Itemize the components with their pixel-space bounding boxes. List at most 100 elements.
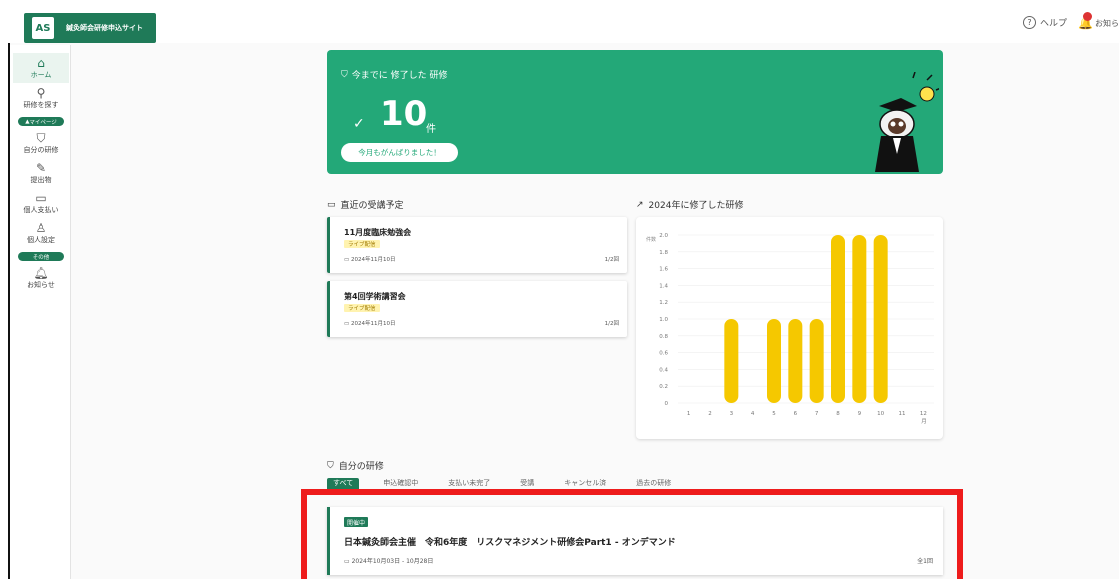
chart-bar xyxy=(788,319,803,403)
chart-bar xyxy=(724,319,739,403)
completed-chart-card: 件数 2.0 1.8 1.6 1.4 1.2 1.0 0.8 0.6 0.4 0.2 0 1 2 3 4 5 6 7… xyxy=(636,217,943,439)
y-tick-label: 1.8 xyxy=(659,250,668,256)
y-tick-label: 1.2 xyxy=(659,300,668,306)
banner-title: ⛉ 今までに 修了した 研修 xyxy=(341,68,448,82)
completed-banner: ⛉ 今までに 修了した 研修 ✓ 10 件 今月もがんばりました！ xyxy=(327,50,943,174)
completed-count: 10 xyxy=(380,94,428,134)
x-tick-label: 4 xyxy=(751,411,755,417)
sidebar-item-settings[interactable]: ♙ 個人設定 xyxy=(13,218,69,248)
check-icon: ✓ xyxy=(353,116,365,132)
completed-bar-chart: 件数2.01.81.61.41.21.00.80.60.40.201 2 3 4 5 6 7… xyxy=(646,233,934,425)
course-date: ▭ 2024年11月10日 xyxy=(344,257,396,263)
x-tick-label: 7 xyxy=(815,411,819,417)
y-tick-label: 2.0 xyxy=(659,233,668,239)
x-tick-label: 1 xyxy=(687,411,691,417)
sidebar: ⌂ ホーム ⚲ 研修を探す ▲ マイページ ⛉ 自分の研修 ✎ 提出物 ▭ 個人… xyxy=(10,45,71,579)
x-tick-label: 12 xyxy=(920,411,927,417)
y-tick-label: 0.6 xyxy=(659,351,668,357)
home-icon: ⌂ xyxy=(37,56,45,70)
help-label: ヘルプ xyxy=(1040,19,1068,29)
delivery-tag: ライブ配信 xyxy=(344,304,380,312)
mascot-illustration xyxy=(875,72,939,172)
y-tick-label: 0.2 xyxy=(659,384,668,390)
sidebar-item-home[interactable]: ⌂ ホーム xyxy=(13,53,69,83)
user-icon: ♙ xyxy=(35,221,47,235)
y-tick-label: 0.8 xyxy=(659,334,668,340)
sidebar-item-label: 個人設定 xyxy=(27,236,55,244)
chart-bar xyxy=(852,235,867,403)
search-icon: ⚲ xyxy=(36,86,46,100)
bookmark-icon: ⛉ xyxy=(327,460,334,471)
site-logo[interactable]: AS 鍼灸師会研修申込サイト xyxy=(24,13,156,43)
sidebar-item-submissions[interactable]: ✎ 提出物 xyxy=(13,158,69,188)
sidebar-item-search[interactable]: ⚲ 研修を探す xyxy=(13,83,69,113)
sidebar-item-notices[interactable]: 🔔︎ お知らせ xyxy=(13,263,69,293)
sidebar-item-label: 研修を探す xyxy=(23,101,59,109)
banner-title-text: 今までに 修了した 研修 xyxy=(351,71,448,81)
bell-icon: 🔔 xyxy=(1078,12,1093,30)
chart-bar xyxy=(809,319,824,403)
upcoming-title-text: 直近の受講予定 xyxy=(340,201,404,211)
upcoming-card[interactable]: 11月度臨床勉強会 ライブ配信 ▭ 2024年11月10日 1/2回 xyxy=(327,217,627,273)
y-tick-label: 0.4 xyxy=(659,367,668,373)
y-tick-label: 1.4 xyxy=(659,283,668,289)
site-title: 鍼灸師会研修申込サイト xyxy=(66,24,143,32)
calendar-icon: ▭ xyxy=(327,199,336,210)
completed-unit: 件 xyxy=(426,124,436,135)
chart-bar xyxy=(767,319,781,403)
x-tick-label: 2 xyxy=(708,411,712,417)
y-tick-label: 1.0 xyxy=(659,317,668,323)
top-header xyxy=(8,9,1119,43)
sidebar-item-label: ホーム xyxy=(30,71,52,79)
x-tick-label: 3 xyxy=(730,411,734,417)
x-tick-label: 9 xyxy=(858,411,862,417)
edit-icon: ✎ xyxy=(35,161,47,175)
logo-mark: AS xyxy=(32,17,54,39)
chart-title-text: 2024年に修了した研修 xyxy=(648,201,744,211)
section-text: その他 xyxy=(32,254,50,261)
highlight-box xyxy=(301,489,963,579)
y-tick-label: 0 xyxy=(665,401,669,407)
notice-label: お知らせ xyxy=(1094,18,1119,28)
session-count: 1/2回 xyxy=(604,321,619,327)
y-axis-label: 件数 xyxy=(646,236,656,243)
card-icon: ▭ xyxy=(35,191,47,205)
sidebar-item-my-courses[interactable]: ⛉ 自分の研修 xyxy=(13,128,69,158)
help-link[interactable]: ? ヘルプ xyxy=(1023,16,1067,29)
help-icon: ? xyxy=(1023,16,1036,29)
sidebar-item-label: お知らせ xyxy=(27,281,55,289)
sidebar-item-label: 自分の研修 xyxy=(23,146,59,154)
delivery-tag: ライブ配信 xyxy=(344,240,380,248)
course-title: 11月度臨床勉強会 xyxy=(344,228,412,237)
my-courses-title-text: 自分の研修 xyxy=(338,462,384,472)
section-label-other: その他 xyxy=(18,252,64,261)
my-courses-section-title: ⛉ 自分の研修 xyxy=(327,459,384,473)
encourage-button[interactable]: 今月もがんばりました！ xyxy=(341,143,458,162)
x-tick-label: 5 xyxy=(772,411,776,417)
chart-bar xyxy=(873,235,888,403)
x-tick-label: 6 xyxy=(794,411,798,417)
sidebar-item-label: 提出物 xyxy=(30,176,52,184)
x-tick-label: 10 xyxy=(877,411,884,417)
upcoming-card[interactable]: 第4回学術講習会 ライブ配信 ▭ 2024年11月10日 1/2回 xyxy=(327,281,627,337)
chart-section-title: ↗ 2024年に修了した研修 xyxy=(636,198,744,212)
y-tick-label: 1.6 xyxy=(659,267,668,273)
date-text: 2024年11月10日 xyxy=(350,257,396,263)
section-label-mypage: ▲ マイページ xyxy=(18,117,64,126)
date-text: 2024年11月10日 xyxy=(350,321,396,327)
sidebar-item-label: 個人支払い xyxy=(23,206,59,214)
upcoming-section-title: ▭ 直近の受講予定 xyxy=(327,198,404,212)
notice-link[interactable]: 🔔 お知らせ xyxy=(1078,12,1119,30)
trend-icon: ↗ xyxy=(636,199,644,210)
course-title: 第4回学術講習会 xyxy=(344,292,406,301)
section-text: マイページ xyxy=(29,119,57,126)
course-date: ▭ 2024年11月10日 xyxy=(344,321,396,327)
bell-icon: 🔔︎ xyxy=(33,266,49,280)
bookmark-icon: ⛉ xyxy=(36,131,46,145)
x-axis-label: 月 xyxy=(921,418,927,425)
x-tick-label: 8 xyxy=(836,411,840,417)
notification-dot xyxy=(1083,12,1092,21)
bookmark-icon: ⛉ xyxy=(341,69,348,80)
x-tick-label: 11 xyxy=(899,411,906,417)
sidebar-item-payments[interactable]: ▭ 個人支払い xyxy=(13,188,69,218)
